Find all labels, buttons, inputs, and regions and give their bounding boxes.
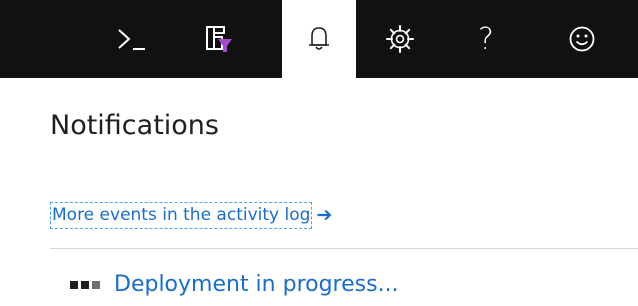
directory-filter-button[interactable] <box>181 0 255 78</box>
feedback-smiley-icon <box>566 23 598 55</box>
help-question-icon: ? <box>478 21 494 57</box>
progress-dots-icon <box>70 281 100 289</box>
directory-filter-icon <box>203 23 233 55</box>
divider <box>50 248 638 249</box>
notification-title[interactable]: Deployment in progress... <box>114 272 399 298</box>
panel-title: Notifications <box>50 110 219 141</box>
settings-gear-icon <box>384 23 416 55</box>
arrow-right-icon: ➔ <box>316 204 333 226</box>
top-navigation-bar: ? <box>0 0 638 78</box>
help-button[interactable]: ? <box>449 0 523 78</box>
settings-button[interactable] <box>363 0 437 78</box>
notifications-button[interactable] <box>282 0 356 78</box>
feedback-button[interactable] <box>545 0 619 78</box>
cloud-shell-button[interactable] <box>95 0 169 78</box>
notifications-bell-icon <box>304 23 334 55</box>
activity-log-link[interactable]: More events in the activity log ➔ <box>50 200 332 230</box>
activity-log-link-text[interactable]: More events in the activity log <box>50 201 313 229</box>
cloud-shell-icon <box>115 24 149 54</box>
notification-item[interactable]: Deployment in progress... <box>70 270 399 300</box>
